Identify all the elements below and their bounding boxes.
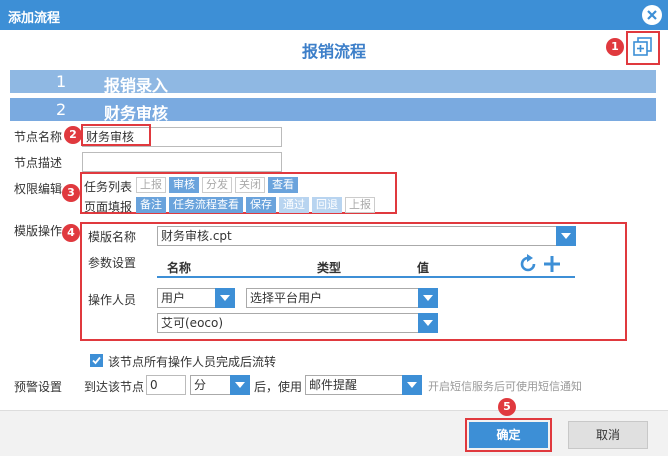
warn-label: 预警设置 — [14, 380, 63, 394]
tag-flow-view[interactable]: 任务流程查看 — [169, 197, 243, 213]
chevron-down-icon — [402, 375, 422, 395]
tag-save[interactable]: 保存 — [246, 197, 276, 213]
badge-4: 4 — [62, 224, 80, 242]
template-name-value: 财务审核.cpt — [161, 229, 232, 243]
param-label: 参数设置 — [88, 256, 137, 270]
flow-checkbox-label: 该节点所有操作人员完成后流转 — [108, 355, 277, 369]
highlight-box-2 — [81, 124, 151, 146]
node-name-label: 节点名称 — [14, 130, 63, 144]
tag-close[interactable]: 关闭 — [235, 177, 265, 193]
node-desc-label: 节点描述 — [14, 156, 63, 170]
warn-unit-select[interactable]: 分 — [190, 375, 250, 395]
step-number: 1 — [56, 72, 67, 91]
copy-icon — [633, 37, 652, 56]
task-list-label: 任务列表 — [84, 180, 133, 194]
page-fill-label: 页面填报 — [84, 200, 133, 214]
operator-user-value: 艾可(eoco) — [161, 316, 224, 330]
cancel-button[interactable]: 取消 — [568, 421, 648, 449]
warn-hint: 开启短信服务后可使用短信通知 — [428, 380, 582, 393]
warn-unit-value: 分 — [194, 378, 207, 392]
template-name-select[interactable]: 财务审核.cpt — [157, 226, 576, 246]
close-button[interactable] — [642, 5, 662, 25]
warn-prefix: 到达该节点 — [84, 380, 145, 394]
copy-button[interactable] — [632, 36, 654, 58]
flow-checkbox[interactable] — [90, 354, 103, 367]
chevron-down-icon — [230, 375, 250, 395]
chevron-down-icon — [556, 226, 576, 246]
warn-value-input[interactable]: 0 — [146, 375, 186, 395]
warn-method-select[interactable]: 邮件提醒 — [305, 375, 422, 395]
badge-2: 2 — [64, 126, 82, 144]
dialog-titlebar: 添加流程 — [0, 0, 668, 30]
page-fill-tags: 备注 任务流程查看 保存 通过 回退 上报 — [136, 197, 378, 213]
page-title: 报销流程 — [301, 42, 366, 61]
tag-report-2[interactable]: 上报 — [345, 197, 375, 213]
add-param-button[interactable] — [541, 253, 563, 278]
tag-note[interactable]: 备注 — [136, 197, 166, 213]
chevron-down-icon — [418, 313, 438, 333]
param-col-value: 值 — [417, 261, 430, 275]
operator-user-select[interactable]: 艾可(eoco) — [157, 313, 438, 333]
tag-audit[interactable]: 审核 — [169, 177, 199, 193]
operator-type-value: 用户 — [161, 291, 186, 305]
tag-rollback[interactable]: 回退 — [312, 197, 342, 213]
step-number: 2 — [56, 100, 67, 119]
param-table-header: 名称 类型 值 — [157, 250, 575, 278]
tag-view[interactable]: 查看 — [268, 177, 298, 193]
refresh-icon — [520, 254, 536, 272]
dialog-title: 添加流程 — [8, 11, 61, 26]
close-icon — [647, 10, 657, 20]
param-col-type: 类型 — [317, 261, 342, 275]
operator-platform-select[interactable]: 选择平台用户 — [246, 288, 438, 308]
confirm-button[interactable]: 确定 — [469, 422, 548, 448]
operator-platform-value: 选择平台用户 — [250, 291, 323, 305]
tag-distribute[interactable]: 分发 — [202, 177, 232, 193]
step-label: 报销录入 — [104, 76, 169, 95]
perm-label: 权限编辑 — [14, 182, 63, 196]
check-icon — [92, 356, 101, 365]
param-col-name: 名称 — [167, 261, 192, 275]
warn-method-value: 邮件提醒 — [309, 378, 358, 392]
step-1-bar[interactable]: 1 报销录入 — [10, 70, 656, 95]
warn-mid: 后，使用 — [254, 380, 303, 394]
chevron-down-icon — [215, 288, 235, 308]
tag-pass[interactable]: 通过 — [279, 197, 309, 213]
chevron-down-icon — [418, 288, 438, 308]
operator-type-select[interactable]: 用户 — [157, 288, 235, 308]
step-label: 财务审核 — [104, 104, 169, 123]
operator-label: 操作人员 — [88, 293, 137, 307]
node-desc-input[interactable] — [82, 152, 282, 172]
badge-3: 3 — [62, 184, 80, 202]
refresh-button[interactable] — [517, 253, 539, 278]
badge-5: 5 — [498, 398, 516, 416]
tag-report[interactable]: 上报 — [136, 177, 166, 193]
plus-icon — [544, 256, 560, 272]
step-2-bar[interactable]: 2 财务审核 — [10, 98, 656, 123]
template-op-label: 模版操作 — [14, 224, 63, 238]
template-name-label: 模版名称 — [88, 230, 137, 244]
task-list-tags: 上报 审核 分发 关闭 查看 — [136, 177, 301, 193]
badge-1: 1 — [606, 38, 624, 56]
